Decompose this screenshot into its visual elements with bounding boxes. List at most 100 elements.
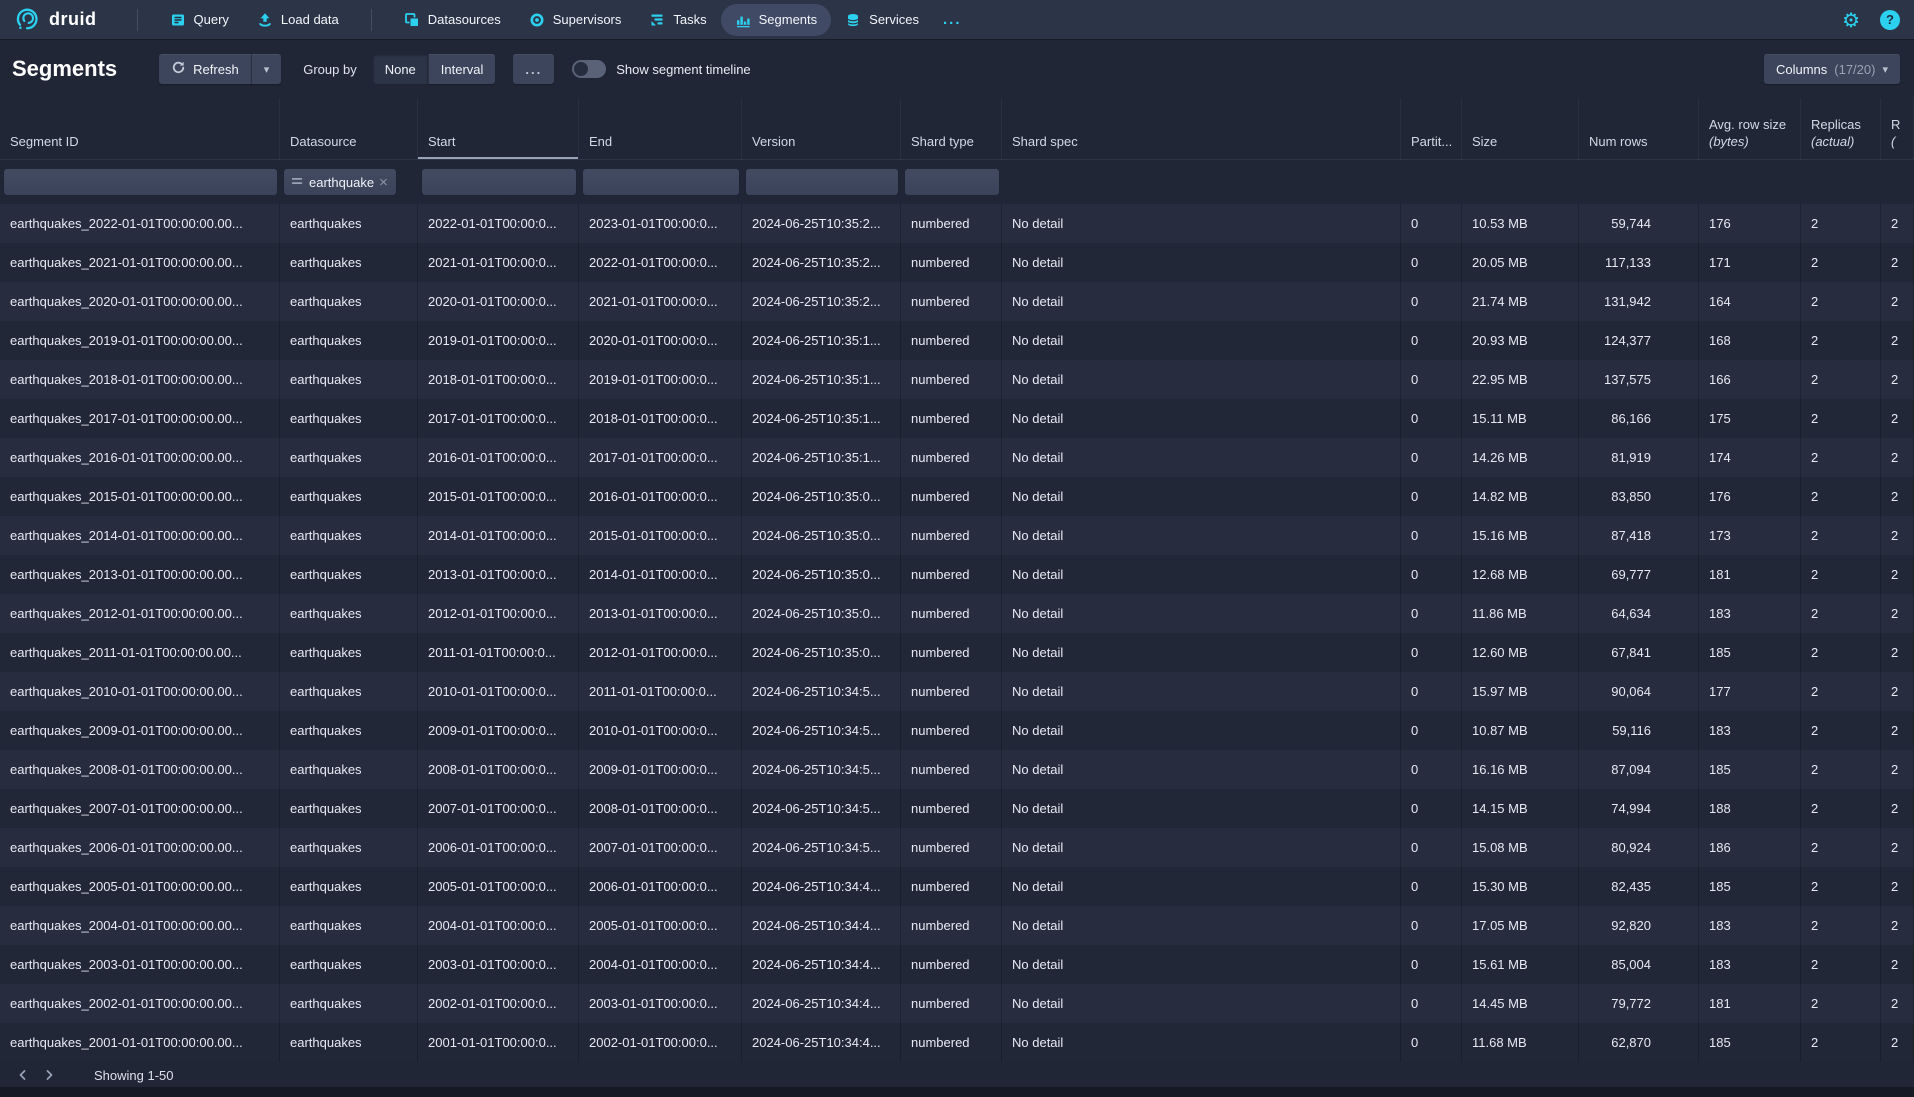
nav-item-load-data[interactable]: Load data: [243, 4, 353, 36]
cell-partition[interactable]: 0: [1401, 321, 1462, 360]
column-header-start[interactable]: Start: [418, 98, 579, 159]
cell-size[interactable]: 14.45 MB: [1462, 984, 1579, 1023]
cell-size[interactable]: 12.60 MB: [1462, 633, 1579, 672]
cell-version[interactable]: 2024-06-25T10:34:5...: [742, 828, 901, 867]
cell-datasource[interactable]: earthquakes: [280, 984, 418, 1023]
cell-shard-spec[interactable]: No detail: [1002, 672, 1401, 711]
cell-start[interactable]: 2019-01-01T00:00:0...: [418, 321, 579, 360]
cell-clipped[interactable]: 2: [1881, 672, 1914, 711]
cell-shard-spec[interactable]: No detail: [1002, 867, 1401, 906]
cell-end[interactable]: 2007-01-01T00:00:0...: [579, 828, 742, 867]
cell-datasource[interactable]: earthquakes: [280, 1023, 418, 1062]
cell-replicas[interactable]: 2: [1801, 789, 1881, 828]
cell-datasource[interactable]: earthquakes: [280, 243, 418, 282]
cell-version[interactable]: 2024-06-25T10:35:0...: [742, 594, 901, 633]
group-by-none-button[interactable]: None: [373, 54, 428, 84]
cell-partition[interactable]: 0: [1401, 204, 1462, 243]
cell-version[interactable]: 2024-06-25T10:34:5...: [742, 711, 901, 750]
cell-num-rows[interactable]: 92,820: [1579, 906, 1699, 945]
cell-partition[interactable]: 0: [1401, 711, 1462, 750]
cell-version[interactable]: 2024-06-25T10:35:2...: [742, 243, 901, 282]
cell-datasource[interactable]: earthquakes: [280, 906, 418, 945]
cell-segment-id[interactable]: earthquakes_2005-01-01T00:00:00.00...: [0, 867, 280, 906]
cell-replicas[interactable]: 2: [1801, 555, 1881, 594]
cell-avg-row-size[interactable]: 183: [1699, 594, 1801, 633]
end-filter-input[interactable]: [583, 169, 739, 195]
cell-replicas[interactable]: 2: [1801, 906, 1881, 945]
cell-replicas[interactable]: 2: [1801, 321, 1881, 360]
cell-shard-type[interactable]: numbered: [901, 633, 1002, 672]
cell-partition[interactable]: 0: [1401, 399, 1462, 438]
cell-size[interactable]: 15.61 MB: [1462, 945, 1579, 984]
cell-shard-spec[interactable]: No detail: [1002, 711, 1401, 750]
more-actions-button[interactable]: ...: [513, 54, 554, 84]
cell-num-rows[interactable]: 85,004: [1579, 945, 1699, 984]
refresh-dropdown-button[interactable]: ▾: [251, 54, 282, 84]
cell-segment-id[interactable]: earthquakes_2015-01-01T00:00:00.00...: [0, 477, 280, 516]
nav-item-tasks[interactable]: Tasks: [635, 4, 720, 36]
cell-num-rows[interactable]: 90,064: [1579, 672, 1699, 711]
cell-shard-type[interactable]: numbered: [901, 750, 1002, 789]
cell-size[interactable]: 15.08 MB: [1462, 828, 1579, 867]
cell-datasource[interactable]: earthquakes: [280, 399, 418, 438]
column-header-avg-row-size[interactable]: Avg. row size(bytes): [1699, 98, 1801, 159]
cell-version[interactable]: 2024-06-25T10:35:2...: [742, 204, 901, 243]
cell-segment-id[interactable]: earthquakes_2022-01-01T00:00:00.00...: [0, 204, 280, 243]
cell-datasource[interactable]: earthquakes: [280, 321, 418, 360]
cell-shard-spec[interactable]: No detail: [1002, 321, 1401, 360]
cell-segment-id[interactable]: earthquakes_2011-01-01T00:00:00.00...: [0, 633, 280, 672]
cell-num-rows[interactable]: 86,166: [1579, 399, 1699, 438]
cell-version[interactable]: 2024-06-25T10:34:4...: [742, 867, 901, 906]
nav-item-services[interactable]: Services: [831, 4, 933, 36]
cell-shard-type[interactable]: numbered: [901, 906, 1002, 945]
cell-replicas[interactable]: 2: [1801, 243, 1881, 282]
cell-end[interactable]: 2011-01-01T00:00:0...: [579, 672, 742, 711]
cell-num-rows[interactable]: 74,994: [1579, 789, 1699, 828]
cell-shard-type[interactable]: numbered: [901, 321, 1002, 360]
shard-type-filter-input[interactable]: [905, 169, 999, 195]
column-header-num-rows[interactable]: Num rows: [1579, 98, 1699, 159]
column-header-version[interactable]: Version: [742, 98, 901, 159]
cell-shard-spec[interactable]: No detail: [1002, 477, 1401, 516]
cell-end[interactable]: 2021-01-01T00:00:0...: [579, 282, 742, 321]
table-row[interactable]: earthquakes_2017-01-01T00:00:00.00... ea…: [0, 399, 1914, 438]
cell-datasource[interactable]: earthquakes: [280, 828, 418, 867]
cell-shard-spec[interactable]: No detail: [1002, 282, 1401, 321]
cell-num-rows[interactable]: 79,772: [1579, 984, 1699, 1023]
cell-shard-type[interactable]: numbered: [901, 672, 1002, 711]
cell-shard-type[interactable]: numbered: [901, 789, 1002, 828]
cell-clipped[interactable]: 2: [1881, 516, 1914, 555]
cell-clipped[interactable]: 2: [1881, 789, 1914, 828]
cell-size[interactable]: 20.05 MB: [1462, 243, 1579, 282]
table-row[interactable]: earthquakes_2008-01-01T00:00:00.00... ea…: [0, 750, 1914, 789]
cell-num-rows[interactable]: 137,575: [1579, 360, 1699, 399]
cell-size[interactable]: 16.16 MB: [1462, 750, 1579, 789]
datasource-filter-chip[interactable]: earthquake ×: [284, 169, 396, 195]
table-row[interactable]: earthquakes_2022-01-01T00:00:00.00... ea…: [0, 204, 1914, 243]
cell-start[interactable]: 2012-01-01T00:00:0...: [418, 594, 579, 633]
cell-datasource[interactable]: earthquakes: [280, 477, 418, 516]
cell-segment-id[interactable]: earthquakes_2012-01-01T00:00:00.00...: [0, 594, 280, 633]
cell-clipped[interactable]: 2: [1881, 204, 1914, 243]
cell-datasource[interactable]: earthquakes: [280, 360, 418, 399]
cell-segment-id[interactable]: earthquakes_2006-01-01T00:00:00.00...: [0, 828, 280, 867]
cell-start[interactable]: 2008-01-01T00:00:0...: [418, 750, 579, 789]
cell-size[interactable]: 15.97 MB: [1462, 672, 1579, 711]
cell-datasource[interactable]: earthquakes: [280, 711, 418, 750]
cell-segment-id[interactable]: earthquakes_2007-01-01T00:00:00.00...: [0, 789, 280, 828]
cell-clipped[interactable]: 2: [1881, 438, 1914, 477]
cell-avg-row-size[interactable]: 176: [1699, 204, 1801, 243]
gear-icon[interactable]: ⚙: [1842, 10, 1860, 30]
cell-end[interactable]: 2013-01-01T00:00:0...: [579, 594, 742, 633]
cell-num-rows[interactable]: 69,777: [1579, 555, 1699, 594]
cell-segment-id[interactable]: earthquakes_2019-01-01T00:00:00.00...: [0, 321, 280, 360]
cell-partition[interactable]: 0: [1401, 633, 1462, 672]
cell-avg-row-size[interactable]: 174: [1699, 438, 1801, 477]
cell-replicas[interactable]: 2: [1801, 399, 1881, 438]
cell-version[interactable]: 2024-06-25T10:35:0...: [742, 477, 901, 516]
cell-clipped[interactable]: 2: [1881, 633, 1914, 672]
cell-clipped[interactable]: 2: [1881, 984, 1914, 1023]
column-header-datasource[interactable]: Datasource: [280, 98, 418, 159]
cell-partition[interactable]: 0: [1401, 789, 1462, 828]
cell-shard-spec[interactable]: No detail: [1002, 399, 1401, 438]
